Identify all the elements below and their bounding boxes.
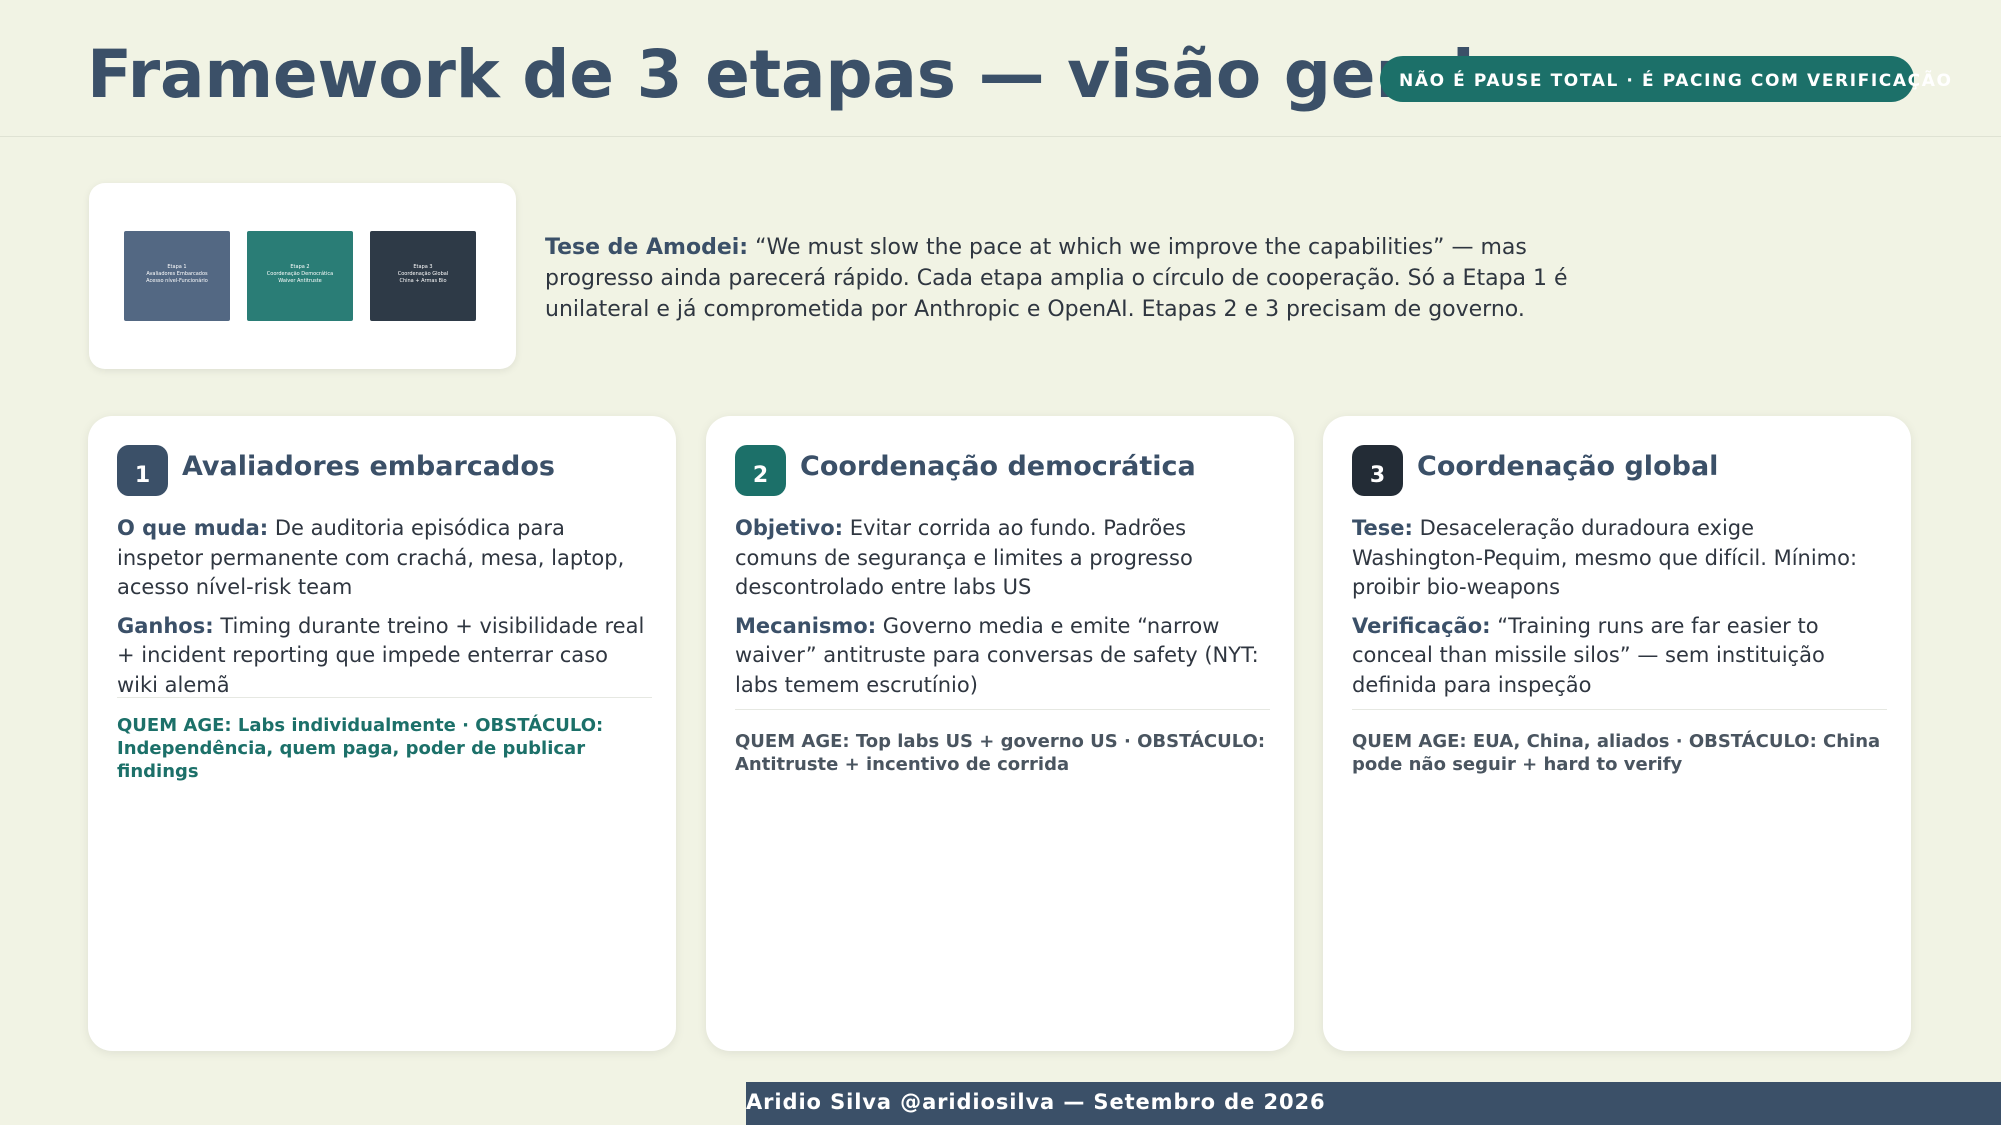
- page-title: Framework de 3 etapas — visão geral: [87, 36, 1475, 113]
- thumbnail-3-line-1: Etapa 3: [413, 264, 433, 270]
- paragraph-label: Tese:: [1352, 516, 1413, 540]
- stage-title: Coordenação democrática: [800, 451, 1196, 482]
- stage-number-badge: 1: [117, 445, 168, 496]
- stage-paragraph-2: Ganhos: Timing durante treino + visibili…: [117, 612, 652, 701]
- stage-2-thumbnail: Etapa 2 Coordenação Democrática Waiver A…: [247, 231, 353, 321]
- thumbnail-1-line-2: Avaliadores Embarcados: [146, 271, 208, 277]
- paragraph-label: Objetivo:: [735, 516, 844, 540]
- stage-paragraph-1: O que muda: De auditoria episódica para …: [117, 514, 652, 603]
- thumbnail-2-line-3: Waiver Antitruste: [278, 278, 322, 284]
- thumbnail-1-line-1: Etapa 1: [167, 264, 187, 270]
- who-acts-note: QUEM AGE: Labs individualmente · OBSTÁCU…: [117, 715, 604, 782]
- stage-body: Tese: Desaceleração duradoura exige Wash…: [1352, 514, 1887, 776]
- stage-card-2: 2 Coordenação democrática Objetivo: Evit…: [706, 416, 1294, 1051]
- stage-paragraph-1: Objetivo: Evitar corrida ao fundo. Padrõ…: [735, 514, 1270, 603]
- stage-title: Coordenação global: [1417, 451, 1719, 482]
- thumbnail-3-line-3: China + Armas Bio: [399, 278, 447, 284]
- stage-card-3: 3 Coordenação global Tese: Desaceleração…: [1323, 416, 1911, 1051]
- tagline-pill-text: NÃO É PAUSE TOTAL · É PACING COM VERIFIC…: [1399, 71, 1953, 91]
- stage-body: Objetivo: Evitar corrida ao fundo. Padrõ…: [735, 514, 1270, 776]
- stage-paragraph-2: Verificação: “Training runs are far easi…: [1352, 612, 1887, 701]
- stage-1-thumbnail: Etapa 1 Avaliadores Embarcados Acesso ní…: [124, 231, 230, 321]
- paragraph-label: Verificação:: [1352, 613, 1491, 638]
- thumbnail-2-line-1: Etapa 2: [290, 264, 310, 270]
- who-acts-note: QUEM AGE: EUA, China, aliados · OBSTÁCUL…: [1352, 731, 1881, 775]
- divider: [1352, 709, 1887, 710]
- stage-paragraph-2: Mecanismo: Governo media e emite “narrow…: [735, 612, 1270, 701]
- footer-credit: Aridio Silva @aridiosilva — Setembro de …: [746, 1090, 1326, 1114]
- paragraph-label: O que muda:: [117, 516, 269, 540]
- paragraph-label: Mecanismo:: [735, 613, 877, 638]
- thumbnail-2-line-2: Coordenação Democrática: [266, 271, 334, 277]
- stage-body: O que muda: De auditoria episódica para …: [117, 514, 652, 783]
- paragraph-label: Ganhos:: [117, 613, 214, 638]
- header-bar: Framework de 3 etapas — visão geral NÃO …: [0, 0, 2001, 137]
- stage-card-1: 1 Avaliadores embarcados O que muda: De …: [88, 416, 676, 1051]
- stage-title: Avaliadores embarcados: [182, 451, 555, 482]
- stage-paragraph-1: Tese: Desaceleração duradoura exige Wash…: [1352, 514, 1887, 603]
- thumbnail-3-line-2: Coordenação Global: [397, 271, 449, 277]
- stage-number-badge: 2: [735, 445, 786, 496]
- stage-preview-card: Etapa 1 Avaliadores Embarcados Acesso ní…: [89, 183, 516, 369]
- divider: [735, 709, 1270, 710]
- thesis-label: Tese de Amodei:: [545, 235, 749, 260]
- who-acts-note: QUEM AGE: Top labs US + governo US · OBS…: [735, 731, 1266, 775]
- paragraph-text: Desaceleração duradoura exige Washington…: [1352, 516, 1858, 599]
- stage-3-thumbnail: Etapa 3 Coordenação Global China + Armas…: [370, 231, 476, 321]
- thumbnail-1-line-3: Acesso nível-Funcionário: [146, 278, 208, 284]
- thesis-paragraph: Tese de Amodei: “We must slow the pace a…: [545, 232, 1575, 325]
- stage-number-badge: 3: [1352, 445, 1403, 496]
